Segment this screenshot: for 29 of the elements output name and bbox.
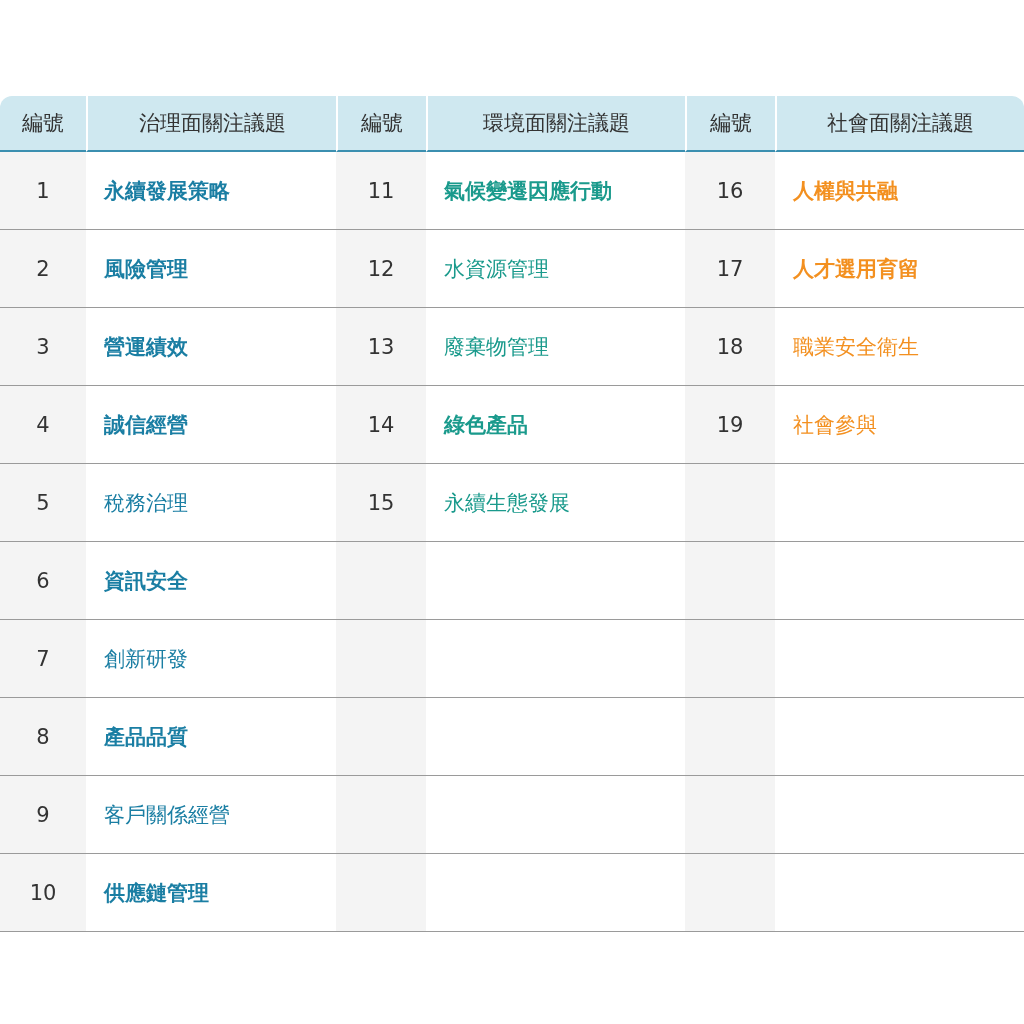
column-header: 編號 — [0, 96, 86, 152]
table-cell: 3 — [0, 308, 86, 386]
table-cell: 18 — [685, 308, 775, 386]
table-cell: 2 — [0, 230, 86, 308]
table-cell: 8 — [0, 698, 86, 776]
column-header: 社會面關注議題 — [775, 96, 1024, 152]
table-cell: 職業安全衛生 — [775, 308, 1024, 386]
table-cell: 1 — [0, 152, 86, 230]
table-cell: 12 — [336, 230, 426, 308]
table-cell: 6 — [0, 542, 86, 620]
table-cell: 人權與共融 — [775, 152, 1024, 230]
table-cell: 9 — [0, 776, 86, 854]
table-cell: 14 — [336, 386, 426, 464]
table-cell: 5 — [0, 464, 86, 542]
column-header: 編號 — [685, 96, 775, 152]
table-cell: 13 — [336, 308, 426, 386]
table-cell: 15 — [336, 464, 426, 542]
table-cell: 17 — [685, 230, 775, 308]
table-cell: 4 — [0, 386, 86, 464]
table-cell: 10 — [0, 854, 86, 932]
table-cell: 社會參與 — [775, 386, 1024, 464]
table-cell: 人才選用育留 — [775, 230, 1024, 308]
table-cell: 16 — [685, 152, 775, 230]
table-cell: 19 — [685, 386, 775, 464]
table-cell: 7 — [0, 620, 86, 698]
column-header: 編號 — [336, 96, 426, 152]
table-cell: 11 — [336, 152, 426, 230]
column-header: 環境面關注議題 — [426, 96, 685, 152]
column-header: 治理面關注議題 — [86, 96, 336, 152]
